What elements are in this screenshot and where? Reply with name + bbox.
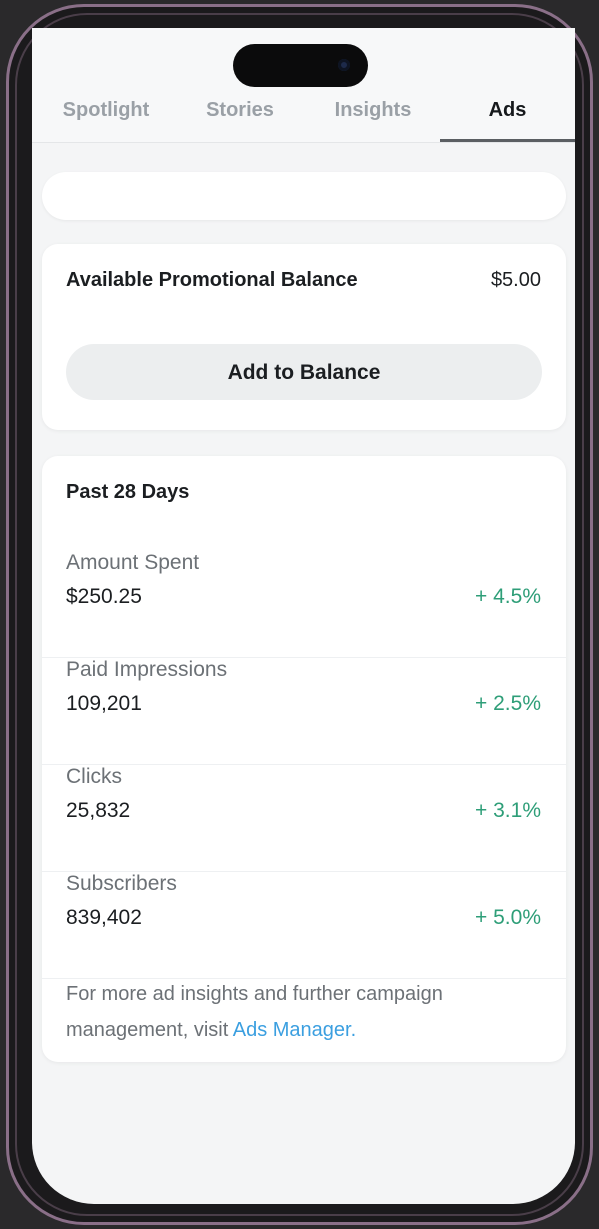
tab-insights[interactable]: Insights bbox=[328, 98, 418, 142]
stat-value: 839,402 bbox=[66, 906, 142, 929]
stat-change: + 2.5% bbox=[475, 692, 541, 715]
add-to-balance-button[interactable]: Add to Balance bbox=[66, 344, 542, 400]
balance-label: Available Promotional Balance bbox=[66, 269, 358, 291]
stat-value: $250.25 bbox=[66, 585, 142, 608]
ads-manager-note: For more ad insights and further campaig… bbox=[66, 976, 536, 1048]
stat-change: + 4.5% bbox=[475, 585, 541, 608]
stat-row-clicks: Clicks 25,832 + 3.1% bbox=[42, 765, 566, 872]
stat-value: 109,201 bbox=[66, 692, 142, 715]
stat-label: Clicks bbox=[66, 765, 122, 788]
stat-label: Subscribers bbox=[66, 872, 177, 895]
stats-card: Past 28 Days Amount Spent $250.25 + 4.5%… bbox=[42, 456, 566, 1062]
tab-stories[interactable]: Stories bbox=[197, 98, 283, 142]
stats-period-title: Past 28 Days bbox=[66, 481, 190, 503]
search-input[interactable] bbox=[42, 172, 566, 220]
camera-icon bbox=[338, 59, 350, 71]
tab-spotlight[interactable]: Spotlight bbox=[54, 98, 158, 142]
stat-row-paid-impressions: Paid Impressions 109,201 + 2.5% bbox=[42, 658, 566, 765]
stat-row-amount-spent: Amount Spent $250.25 + 4.5% bbox=[42, 551, 566, 658]
stat-label: Amount Spent bbox=[66, 551, 200, 574]
balance-card: Available Promotional Balance $5.00 Add … bbox=[42, 244, 566, 430]
stat-value: 25,832 bbox=[66, 799, 131, 822]
balance-value: $5.00 bbox=[490, 269, 541, 291]
stat-change: + 5.0% bbox=[475, 906, 541, 929]
stat-label: Paid Impressions bbox=[66, 658, 228, 681]
ads-manager-link[interactable]: Ads Manager. bbox=[233, 1019, 356, 1041]
stat-change: + 3.1% bbox=[475, 799, 541, 822]
dynamic-island bbox=[233, 44, 368, 87]
stat-row-subscribers: Subscribers 839,402 + 5.0% bbox=[42, 872, 566, 979]
tab-ads[interactable]: Ads bbox=[440, 98, 575, 142]
